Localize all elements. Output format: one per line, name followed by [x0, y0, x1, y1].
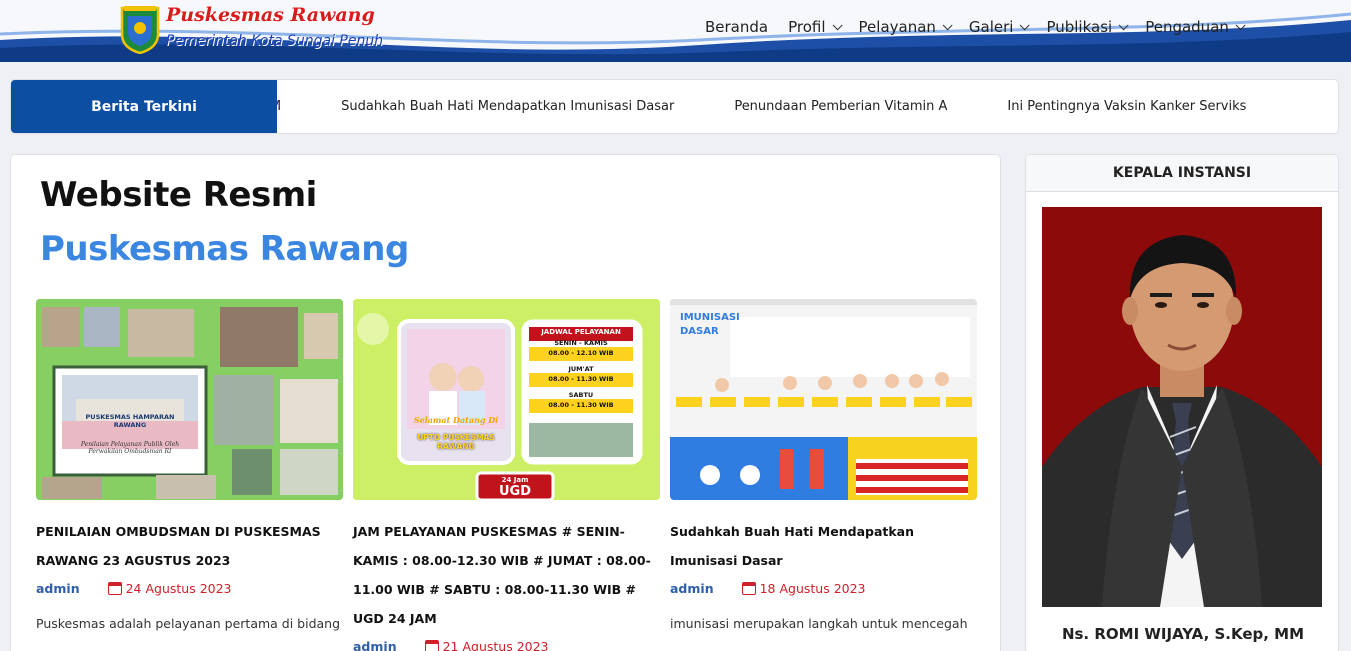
thumb-day: JUM'AT: [568, 365, 594, 373]
page-title: Website Resmi: [40, 175, 317, 215]
nav-beranda[interactable]: Beranda: [705, 18, 768, 36]
nav-publikasi[interactable]: Publikasi: [1046, 18, 1129, 36]
thumb-unit: UPTD PUSKESMAS RAWANG: [417, 433, 495, 451]
ticker-track: AM Sudahkah Buah Hati Mendapatkan Imunis…: [277, 80, 1338, 133]
post-date: 21 Agustus 2023: [424, 639, 549, 651]
nav-galeri[interactable]: Galeri: [969, 18, 1031, 36]
calendar-icon: [741, 582, 756, 595]
thumb-welcome: Selamat Datang Di: [413, 415, 499, 425]
ticker-item[interactable]: Penundaan Pemberian Vitamin A: [734, 99, 947, 114]
post-date: 24 Agustus 2023: [107, 581, 232, 596]
thumb-badge-top: 24 Jam: [501, 476, 529, 484]
thumb-caption: PUSKESMAS HAMPARAN RAWANG: [85, 413, 175, 429]
chevron-down-icon: [942, 19, 953, 30]
nav-profil[interactable]: Profil: [788, 18, 843, 36]
post-card: IMUNISASI DASAR Sudahkah Buah Hati Menda…: [670, 299, 977, 631]
thumb-day: SENIN - KAMIS: [554, 339, 608, 347]
news-ticker: Berita Terkini AM Sudahkah Buah Hati Men…: [10, 79, 1339, 134]
post-title[interactable]: PENILAIAN OMBUDSMAN DI PUSKESMAS RAWANG …: [36, 517, 343, 575]
chevron-down-icon: [1020, 19, 1031, 30]
nav-pelayanan[interactable]: Pelayanan: [859, 18, 953, 36]
post-card: Selamat Datang Di UPTD PUSKESMAS RAWANG …: [353, 299, 660, 651]
ticker-item[interactable]: Ini Pentingnya Vaksin Kanker Serviks: [1007, 99, 1246, 114]
head-of-office-photo: [1042, 207, 1322, 607]
calendar-icon: [424, 640, 439, 651]
post-thumbnail[interactable]: PUSKESMAS HAMPARAN RAWANG Penilaian Pela…: [36, 299, 343, 500]
post-meta: admin 21 Agustus 2023: [353, 639, 660, 651]
post-meta: admin 24 Agustus 2023: [36, 581, 343, 596]
page-subtitle: Puskesmas Rawang: [40, 229, 409, 269]
nav-pengaduan[interactable]: Pengaduan: [1145, 18, 1246, 36]
chevron-down-icon: [1118, 19, 1129, 30]
thumb-hours: 08.00 - 11.30 WIB: [548, 401, 614, 409]
ticker-item[interactable]: Sudahkah Buah Hati Mendapatkan Imunisasi…: [341, 99, 674, 114]
post-date: 18 Agustus 2023: [741, 581, 866, 596]
head-of-office-name: Ns. ROMI WIJAYA, S.Kep, MM: [1061, 625, 1305, 643]
sidebar-widget: KEPALA INSTANSI Ns. ROMI WIJAYA, S.Kep, …: [1025, 154, 1339, 651]
thumb-badge: UGD: [498, 484, 532, 499]
city-logo[interactable]: [118, 4, 162, 55]
post-thumbnail[interactable]: Selamat Datang Di UPTD PUSKESMAS RAWANG …: [353, 299, 660, 500]
brand-subtitle: Pemerintah Kota Sungai Penuh: [166, 33, 384, 49]
chevron-down-icon: [1235, 19, 1246, 30]
brand-title[interactable]: Puskesmas Rawang: [166, 4, 375, 26]
thumb-day: SABTU: [568, 391, 594, 399]
post-thumbnail[interactable]: IMUNISASI DASAR: [670, 299, 977, 500]
calendar-icon: [107, 582, 122, 595]
post-excerpt: Puskesmas adalah pelayanan pertama di bi…: [36, 616, 341, 631]
thumb-schedule-title: JADWAL PELAYANAN: [541, 328, 621, 336]
thumb-hours: 08.00 - 11.30 WIB: [548, 375, 614, 383]
main-content-card: Website Resmi Puskesmas Rawang PUSKESMAS…: [10, 154, 1001, 651]
thumb-note: Penilaian Pelayanan Publik Oleh Perwakil…: [80, 441, 180, 455]
post-author[interactable]: admin: [353, 639, 397, 651]
main-navigation: Beranda Profil Pelayanan Galeri Publikas…: [705, 18, 1262, 36]
post-excerpt: imunisasi merupakan langkah untuk menceg…: [670, 616, 968, 631]
site-header: Puskesmas Rawang Pemerintah Kota Sungai …: [0, 0, 1351, 62]
post-meta: admin 18 Agustus 2023: [670, 581, 977, 596]
post-author[interactable]: admin: [670, 581, 714, 596]
chevron-down-icon: [832, 19, 843, 30]
widget-heading: KEPALA INSTANSI: [1026, 155, 1338, 192]
thumb-heading: IMUNISASI DASAR: [680, 312, 740, 337]
ombudsman-collage-image: [36, 299, 343, 500]
post-author[interactable]: admin: [36, 581, 80, 596]
post-title[interactable]: JAM PELAYANAN PUSKESMAS # SENIN-KAMIS : …: [353, 517, 660, 633]
post-title[interactable]: Sudahkah Buah Hati Mendapatkan Imunisasi…: [670, 517, 977, 575]
post-card: PUSKESMAS HAMPARAN RAWANG Penilaian Pela…: [36, 299, 343, 631]
ticker-item[interactable]: AM: [277, 99, 281, 114]
thumb-hours: 08.00 - 12.10 WIB: [548, 349, 614, 357]
ticker-label: Berita Terkini: [11, 80, 277, 133]
